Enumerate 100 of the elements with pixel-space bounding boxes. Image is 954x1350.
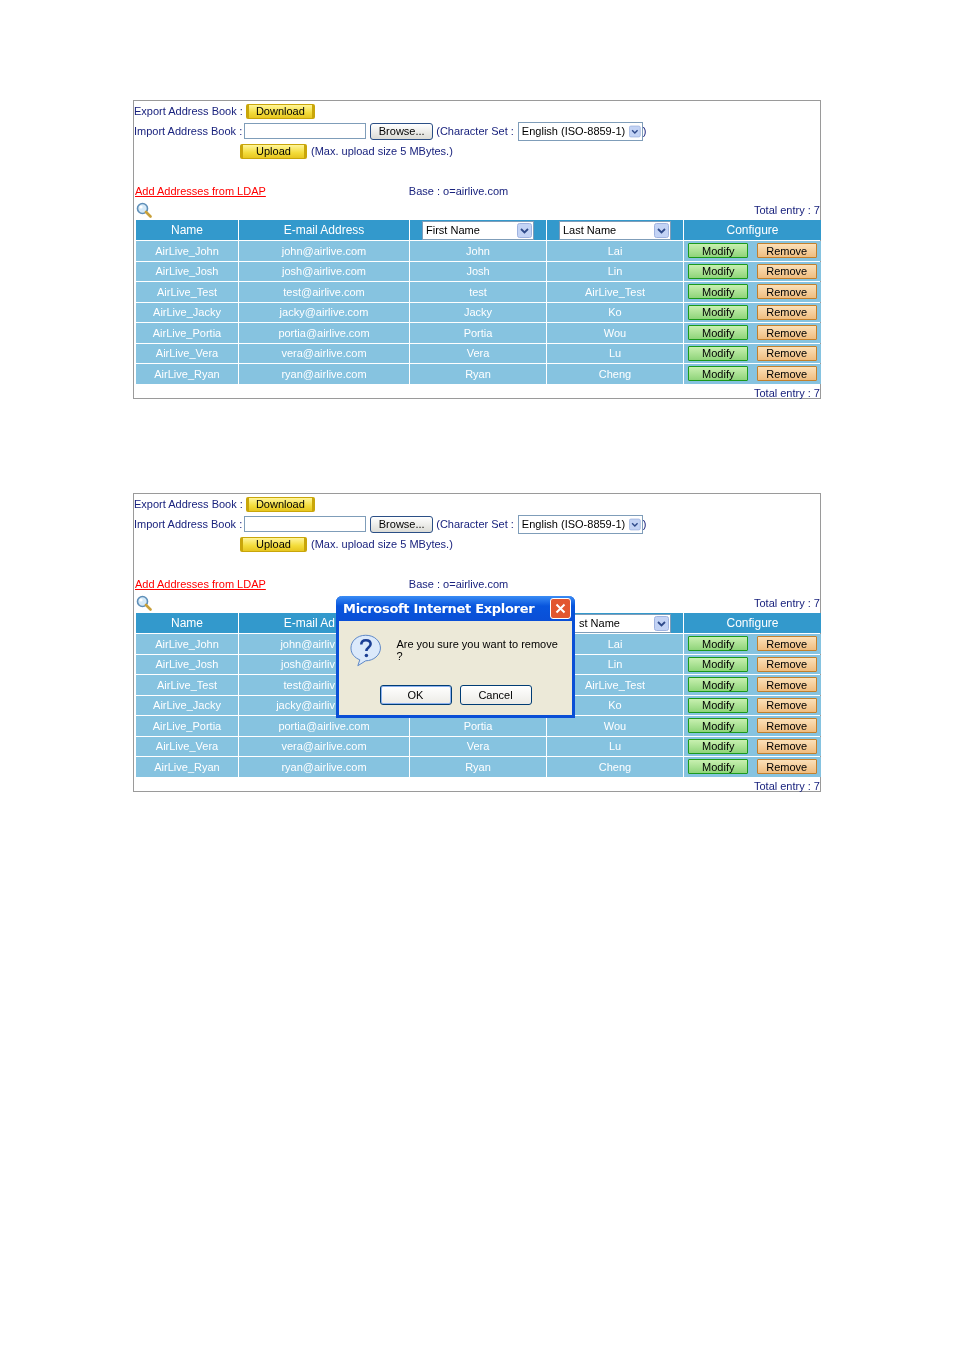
table-cell: AirLive_Test [547, 282, 683, 302]
table-cell: AirLive_Ryan [136, 757, 238, 777]
dialog-button[interactable]: OK [379, 685, 452, 705]
table-cell: AirLive_Vera [136, 343, 238, 363]
column-dropdown[interactable]: First Name [422, 220, 534, 240]
table-cell: Lai [547, 241, 683, 261]
remove-button[interactable]: Remove [756, 656, 817, 672]
modify-button[interactable]: Modify [688, 263, 749, 279]
modify-button[interactable]: Modify [688, 738, 749, 754]
table-cell: Cheng [547, 364, 683, 384]
modify-button[interactable]: Modify [688, 325, 749, 341]
table-cell: AirLive_John [136, 241, 238, 261]
table-cell: ryan@airlive.com [239, 757, 409, 777]
modify-button[interactable]: Modify [688, 345, 749, 361]
table-cell: vera@airlive.com [239, 343, 409, 363]
modify-button[interactable]: Modify [688, 677, 749, 693]
modify-button[interactable]: Modify [688, 366, 749, 382]
bracket-text: ) [642, 125, 647, 137]
table-cell: Jacky [410, 302, 546, 322]
table-cell: john@airlive.com [239, 241, 409, 261]
file-input-field[interactable] [244, 516, 367, 532]
table-cell: Ryan [410, 757, 546, 777]
charset-dropdown[interactable]: English (ISO-8859-1) [517, 514, 643, 534]
base-text: Base : o=airlive.com [408, 185, 509, 197]
remove-button[interactable]: Remove [756, 263, 817, 279]
ldap-link[interactable]: Add Addresses from LDAP [135, 578, 266, 590]
modify-button[interactable]: Modify [688, 304, 749, 320]
remove-button[interactable]: Remove [756, 325, 817, 341]
remove-button[interactable]: Remove [756, 345, 817, 361]
total-entry-text: Total entry : 7 [753, 597, 820, 609]
browse-button[interactable]: Browse... [370, 122, 434, 140]
table-cell: josh@airlive.com [239, 261, 409, 281]
remove-button[interactable]: Remove [756, 759, 817, 775]
remove-button[interactable]: Remove [756, 677, 817, 693]
charset-dropdown[interactable]: English (ISO-8859-1) [517, 121, 643, 141]
table-cell: portia@airlive.com [239, 716, 409, 736]
table-cell: Wou [547, 716, 683, 736]
file-input-field[interactable] [244, 123, 367, 139]
base-text: Base : o=airlive.com [408, 578, 509, 590]
field-label: Import Address Book : [134, 125, 243, 137]
remove-button[interactable]: Remove [756, 366, 817, 382]
remove-button[interactable]: Remove [756, 718, 817, 734]
total-entry-text: Total entry : 7 [753, 779, 820, 792]
table-cell: AirLive_Vera [136, 736, 238, 756]
table-cell: ryan@airlive.com [239, 364, 409, 384]
upload-button[interactable]: Upload [240, 536, 307, 552]
dialog-title: Microsoft Internet Explorer [343, 601, 535, 616]
table-cell: AirLive_Test [136, 282, 238, 302]
modify-button[interactable]: Modify [688, 759, 749, 775]
column-dropdown[interactable]: Last Name [559, 220, 671, 240]
close-button[interactable] [550, 598, 571, 619]
remove-button[interactable]: Remove [756, 636, 817, 652]
table-cell: Lu [547, 343, 683, 363]
table-cell: Ko [547, 302, 683, 322]
remove-button[interactable]: Remove [756, 243, 817, 259]
table-cell: Lu [547, 736, 683, 756]
table-cell: Josh [410, 261, 546, 281]
remove-button[interactable]: Remove [756, 284, 817, 300]
close-icon [555, 603, 566, 614]
table-cell: test@airlive.com [239, 282, 409, 302]
table-cell: AirLive_Josh [136, 261, 238, 281]
dropdown-value: First Name [426, 224, 480, 236]
column-header: Configure [684, 220, 821, 240]
table-cell: Lin [547, 261, 683, 281]
table-cell: Vera [410, 736, 546, 756]
upload-note: (Max. upload size 5 MBytes.) [311, 145, 453, 157]
dropdown-value: English (ISO-8859-1) [521, 518, 626, 530]
remove-button[interactable]: Remove [756, 697, 817, 713]
search-icon[interactable] [136, 595, 152, 611]
modify-button[interactable]: Modify [688, 718, 749, 734]
dialog-button[interactable]: Cancel [459, 685, 532, 705]
table-cell: Wou [547, 323, 683, 343]
table-cell: Cheng [547, 757, 683, 777]
download-button[interactable]: Download [245, 103, 315, 119]
modify-button[interactable]: Modify [688, 697, 749, 713]
table-cell: Portia [410, 716, 546, 736]
table-cell: AirLive_Jacky [136, 695, 238, 715]
table-cell: portia@airlive.com [239, 323, 409, 343]
search-icon[interactable] [136, 202, 152, 218]
column-header: Name [136, 613, 238, 633]
column-header: Name [136, 220, 238, 240]
table-cell: test [410, 282, 546, 302]
table-cell: AirLive_Jacky [136, 302, 238, 322]
modify-button[interactable]: Modify [688, 243, 749, 259]
remove-button[interactable]: Remove [756, 304, 817, 320]
remove-button[interactable]: Remove [756, 738, 817, 754]
table-cell: AirLive_Portia [136, 716, 238, 736]
charset-label: (Character Set : [436, 518, 514, 530]
modify-button[interactable]: Modify [688, 636, 749, 652]
modify-button[interactable]: Modify [688, 656, 749, 672]
upload-button[interactable]: Upload [240, 143, 307, 159]
table-cell: John [410, 241, 546, 261]
dropdown-value: Last Name [563, 224, 617, 236]
download-button[interactable]: Download [245, 496, 315, 512]
browse-button[interactable]: Browse... [370, 515, 434, 533]
table-cell: AirLive_John [136, 634, 238, 654]
modify-button[interactable]: Modify [688, 284, 749, 300]
total-entry-text: Total entry : 7 [753, 386, 820, 399]
ldap-link[interactable]: Add Addresses from LDAP [135, 185, 266, 197]
table-cell: Vera [410, 343, 546, 363]
